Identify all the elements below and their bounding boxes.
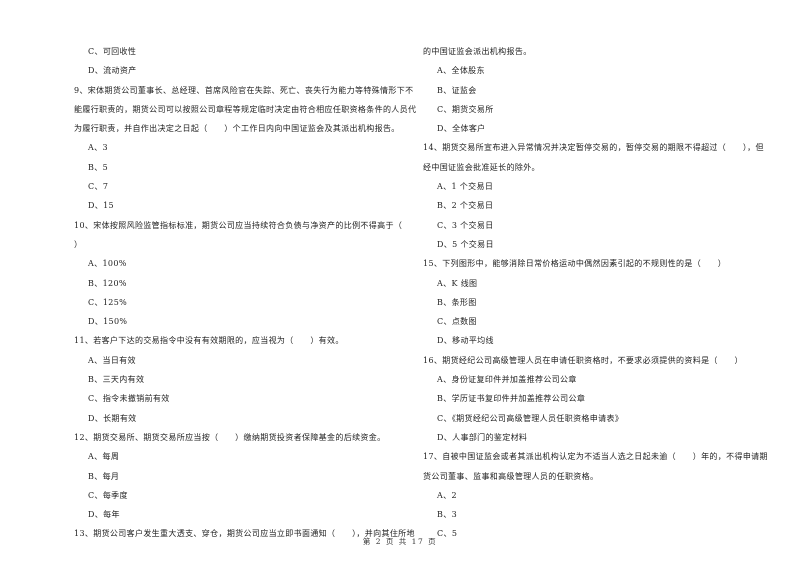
question-text-line: 17、自被中国证监会或者其派出机构认定为不适当人选之日起未逾（ ）年的，不得申请… (423, 452, 768, 462)
answer-option: A、身份证复印件并加盖推荐公司公章 (437, 375, 577, 385)
answer-option: D、全体客户 (437, 124, 486, 134)
answer-option: D、150% (88, 317, 128, 327)
answer-option: B、三天内有效 (88, 375, 145, 385)
answer-option: B、3 (437, 510, 458, 520)
answer-option: D、长期有效 (88, 413, 137, 423)
answer-option: D、每年 (88, 510, 120, 520)
answer-option: A、当日有效 (88, 355, 136, 365)
answer-option: C、每季度 (88, 490, 128, 500)
question-text-line: 16、期货经纪公司高级管理人员在申请任职资格时，不要求必须提供的资料是（ ） (423, 355, 743, 365)
question-text-line: 14、期货交易所宣布进入异常情况并决定暂停交易的，暂停交易的期限不得超过（ ），… (423, 143, 764, 153)
question-text-line: 货公司董事、监事和高级管理人员的任职资格。 (423, 471, 599, 481)
answer-option: A、K 线图 (437, 278, 478, 288)
page-footer: 第 2 页 共 17 页 (362, 537, 438, 546)
answer-option: B、5 (88, 162, 109, 172)
answer-option: D、移动平均线 (437, 336, 494, 346)
question-text-line: 15、下列图形中，能够消除日常价格运动中偶然因素引起的不规则性的是（ ） (423, 259, 727, 269)
question-text-line: 9、宋体期货公司董事长、总经理、首席风险官在失踪、死亡、丧失行为能力等特殊情形下… (74, 85, 414, 95)
question-text-line: 经中国证监会批准延长的除外。 (423, 162, 540, 172)
answer-option: D、5 个交易日 (437, 239, 494, 249)
question-text-line: ） (74, 239, 83, 249)
answer-option: C、指令未撤销前有效 (88, 394, 170, 404)
answer-option: B、2 个交易日 (437, 201, 494, 211)
question-text-line: 为履行职责，并自作出决定之日起（ ）个工作日内向中国证监会及其派出机构报告。 (74, 124, 400, 134)
answer-option: C、可回收性 (88, 47, 137, 56)
answer-option: C、3 个交易日 (437, 220, 494, 230)
answer-option: A、2 (437, 490, 457, 500)
answer-option: D、人事部门的鉴定材料 (437, 432, 528, 442)
answer-option: B、证监会 (437, 85, 477, 95)
answer-option: D、15 (88, 201, 114, 211)
answer-option: C、《期货经纪公司高级管理人员任职资格申请表》 (437, 413, 624, 423)
question-text-line: 10、宋体按照风险监管指标标准，期货公司应当持续符合负债与净资产的比例不得高于（ (74, 220, 403, 230)
question-text-line: 的中国证监会派出机构报告。 (423, 47, 532, 56)
answer-option: C、125% (88, 297, 128, 307)
left-column: C、可回收性 D、流动资产 9、宋体期货公司董事长、总经理、首席风险官在失踪、死亡、… (74, 42, 417, 544)
answer-option: A、3 (88, 143, 108, 153)
question-text-line: 能履行职责的，期货公司可以按照公司章程等规定临时决定由符合相应任职资格条件的人员… (74, 104, 417, 114)
answer-option: A、全体股东 (437, 66, 485, 76)
answer-option: D、流动资产 (88, 66, 137, 76)
answer-option: C、期货交易所 (437, 104, 494, 114)
answer-option: C、7 (88, 182, 109, 192)
answer-option: A、1 个交易日 (437, 182, 494, 192)
answer-option: C、点数图 (437, 317, 477, 327)
answer-option: B、条形图 (437, 297, 477, 307)
question-text-line: 11、若客户下达的交易指令中没有有效期限的，应当视为（ ）有效。 (74, 336, 344, 346)
answer-option: B、每月 (88, 471, 120, 481)
right-column: 的中国证监会派出机构报告。 A、全体股东 B、证监会 C、期货交易所 D、全体客户 14、… (423, 42, 768, 544)
question-text-line: 12、期货交易所、期货交易所应当按（ ）缴纳期货投资者保障基金的后续资金。 (74, 432, 386, 442)
answer-option: A、100% (88, 259, 127, 269)
answer-option: B、学历证书复印件并加盖推荐公司公章 (437, 394, 586, 404)
answer-option: B、120% (88, 278, 127, 288)
answer-option: A、每周 (88, 452, 120, 462)
